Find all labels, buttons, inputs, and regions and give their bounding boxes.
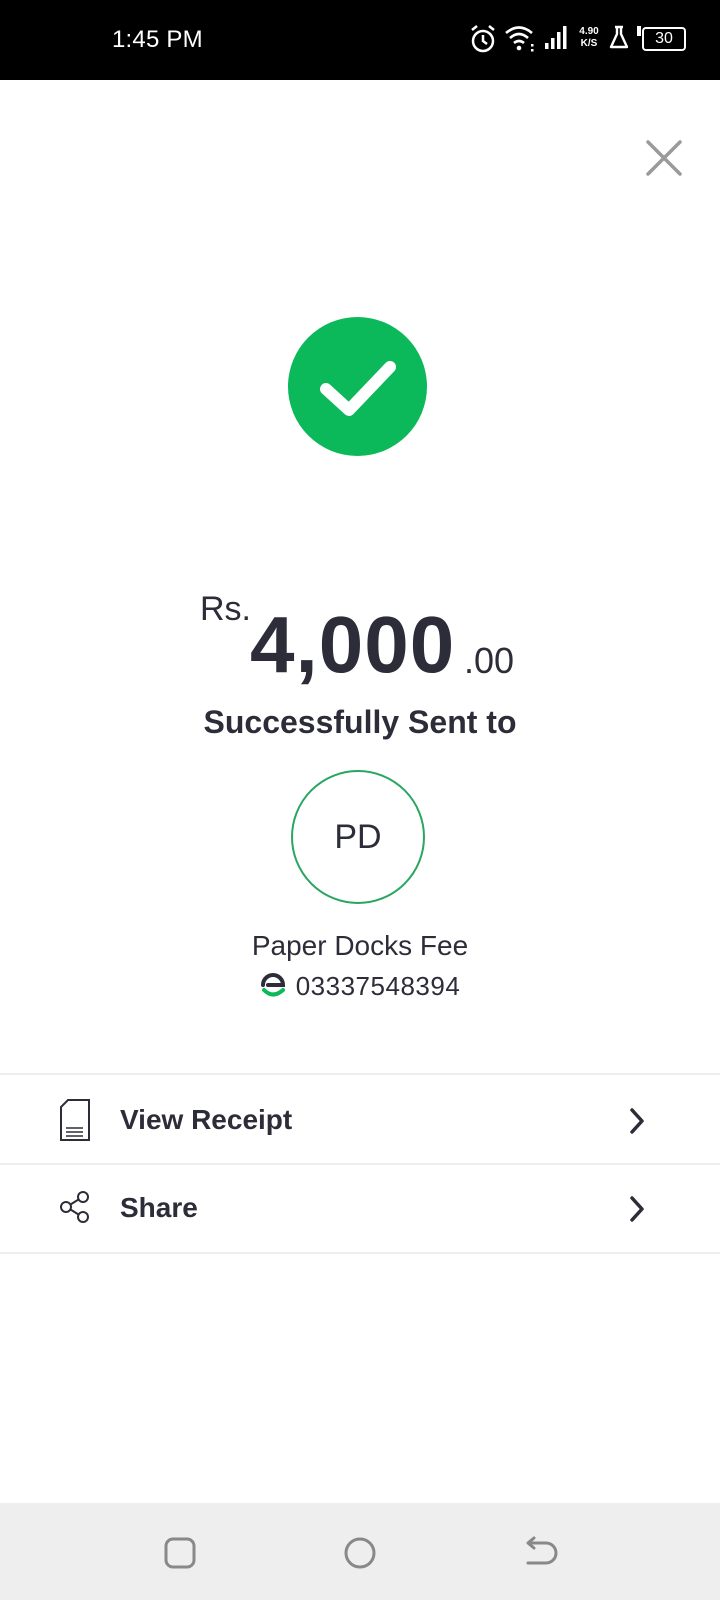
check-icon	[320, 361, 396, 416]
amount-whole: 4,000	[250, 600, 456, 689]
share-label: Share	[120, 1192, 198, 1223]
success-message: Successfully Sent to	[203, 704, 517, 740]
easypaisa-icon	[260, 973, 285, 997]
share-icon	[60, 1191, 89, 1223]
back-icon	[526, 1536, 558, 1565]
back-button[interactable]	[522, 1535, 558, 1571]
home-button[interactable]	[342, 1535, 378, 1571]
close-icon	[646, 140, 682, 176]
recipient-name: Paper Docks Fee	[251, 930, 469, 961]
status-time: 1:45 PM	[112, 26, 203, 53]
alarm-icon	[471, 25, 495, 53]
home-icon	[344, 1537, 376, 1569]
net-speed: 4.90 K/S	[574, 26, 604, 50]
net-speed-unit: K/S	[580, 38, 598, 49]
battery-icon: 30	[636, 24, 688, 54]
divider	[0, 1163, 720, 1165]
lab-icon	[609, 25, 629, 49]
view-receipt-label: View Receipt	[120, 1104, 293, 1135]
status-bar: 1:45 PM 4.90 K/S 30	[0, 0, 720, 80]
avatar-initials: PD	[334, 817, 382, 856]
success-check-icon	[288, 317, 427, 456]
amount: Rs. 4,000 .00	[0, 580, 720, 690]
wifi-icon	[505, 26, 534, 52]
recents-icon	[164, 1537, 196, 1569]
close-button[interactable]	[644, 138, 684, 178]
system-nav-bar	[0, 1503, 720, 1600]
recipient-number: 03337548394	[295, 970, 461, 1001]
status-icons: 4.90 K/S 30	[470, 24, 690, 56]
view-receipt-row[interactable]: View Receipt	[0, 1078, 720, 1164]
chevron-right-icon	[630, 1108, 644, 1134]
recents-button[interactable]	[162, 1535, 198, 1571]
amount-fraction: .00	[464, 640, 515, 681]
receipt-icon	[60, 1099, 90, 1141]
share-row[interactable]: Share	[0, 1166, 720, 1252]
recipient-number-row: 03337548394	[0, 970, 720, 1002]
recipient-avatar: PD	[291, 770, 425, 904]
divider	[0, 1073, 720, 1075]
battery-level: 30	[655, 30, 673, 47]
amount-currency: Rs.	[200, 590, 251, 628]
signal-icon	[545, 26, 567, 49]
net-speed-value: 4.90	[579, 26, 599, 37]
divider	[0, 1252, 720, 1254]
chevron-right-icon	[630, 1196, 644, 1222]
